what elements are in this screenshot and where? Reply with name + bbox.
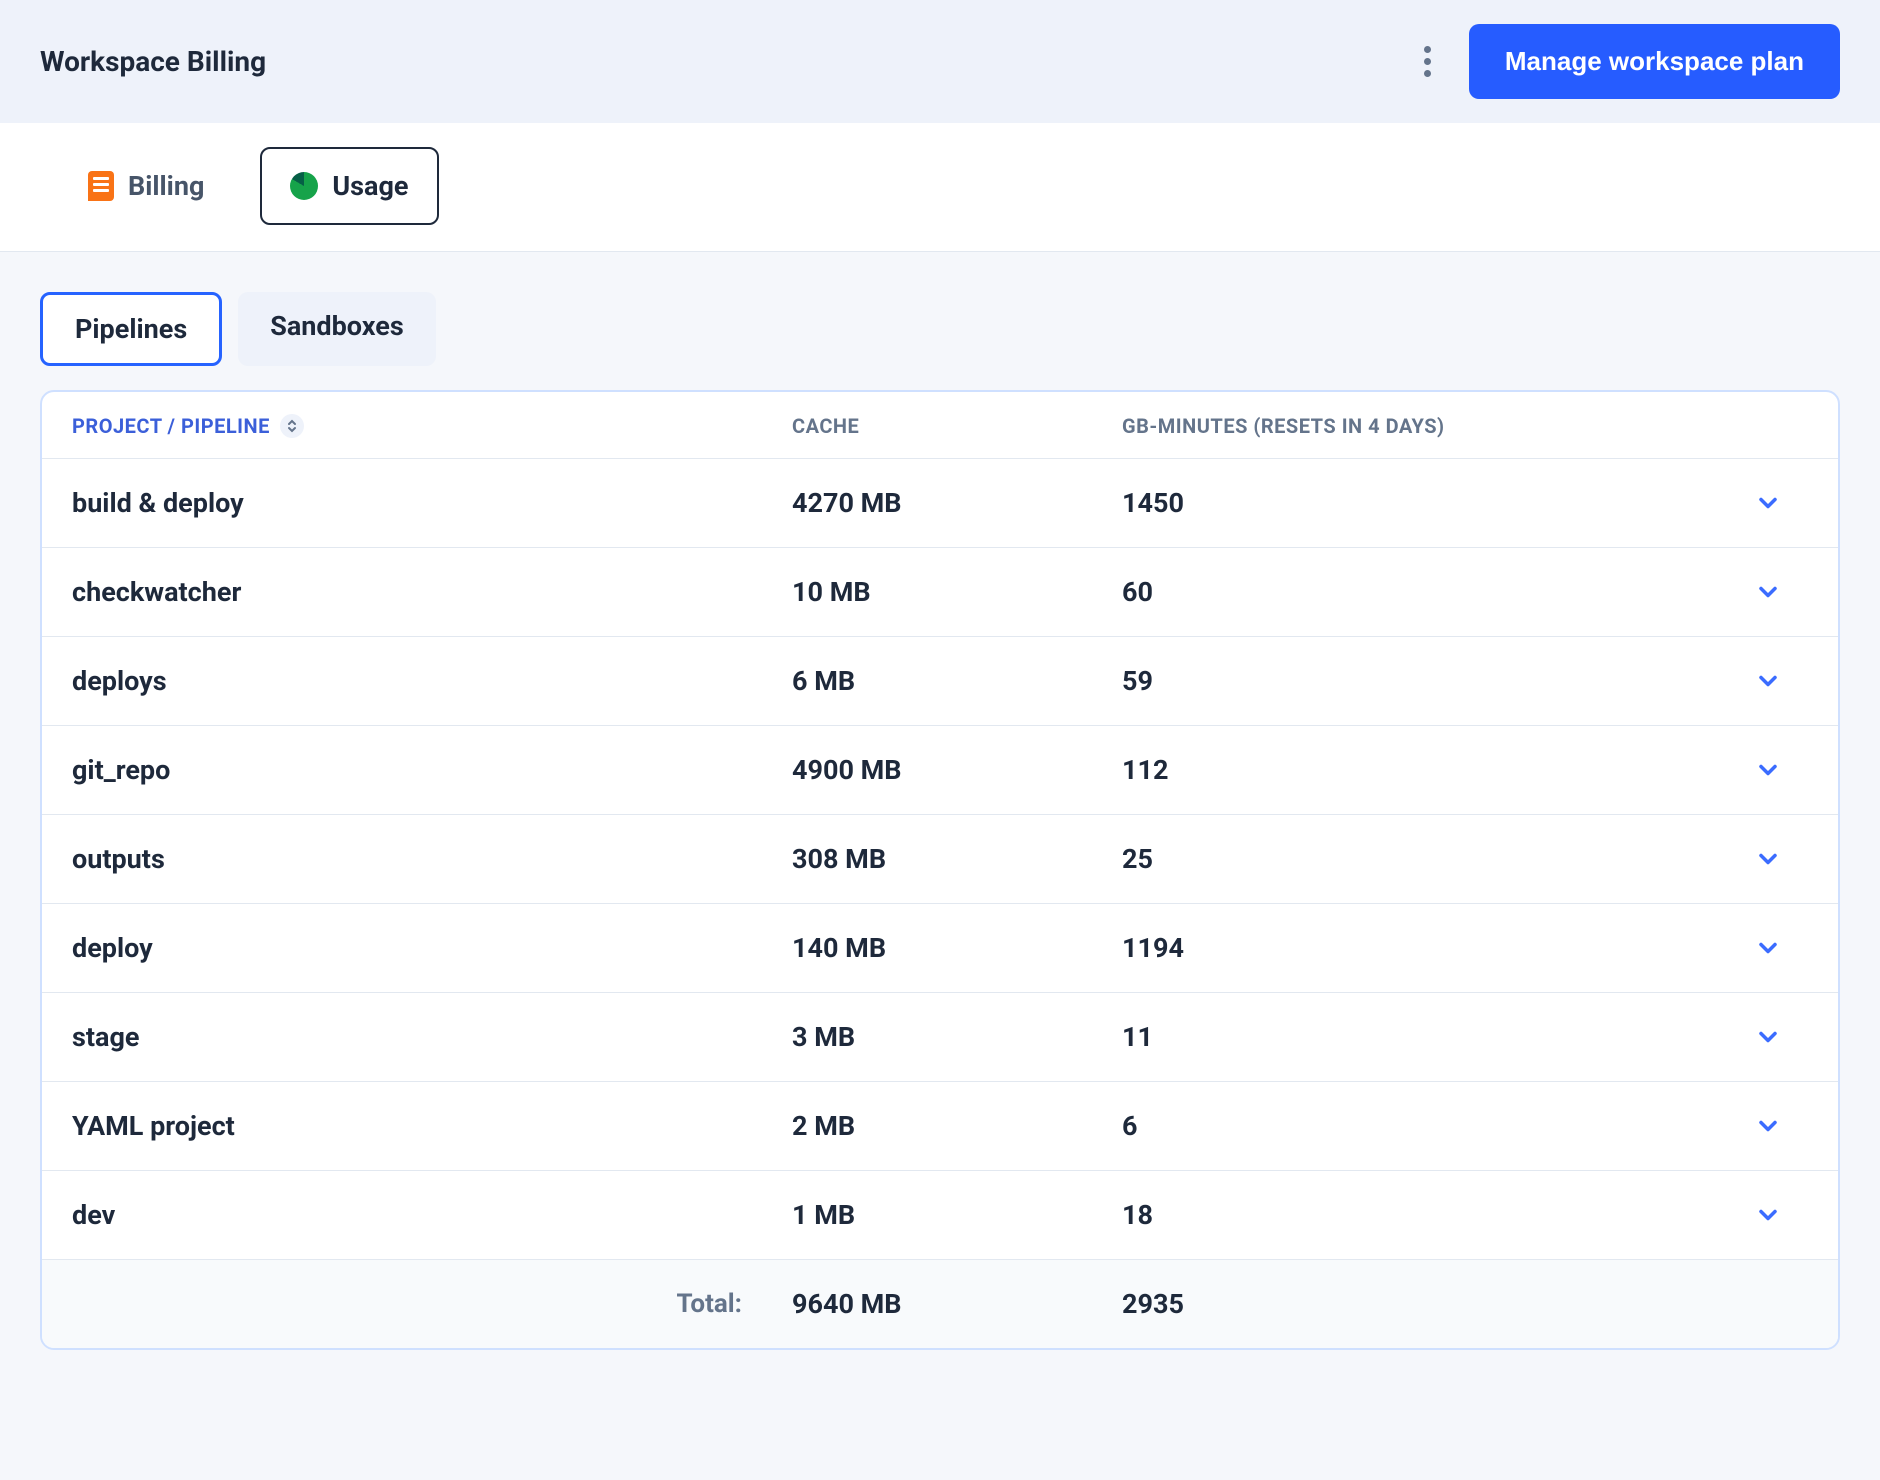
row-cache: 4900 MB xyxy=(792,754,1122,786)
table-row[interactable]: YAML project2 MB6 xyxy=(42,1082,1838,1171)
total-cache: 9640 MB xyxy=(792,1288,1122,1320)
row-gbminutes: 59 xyxy=(1122,665,1728,697)
header-actions: Manage workspace plan xyxy=(1414,24,1840,99)
row-gbminutes: 6 xyxy=(1122,1110,1728,1142)
chevron-down-icon[interactable] xyxy=(1728,1023,1808,1051)
table-row[interactable]: dev1 MB18 xyxy=(42,1171,1838,1260)
row-name: outputs xyxy=(72,843,792,875)
row-name: dev xyxy=(72,1199,792,1231)
tab-billing-label: Billing xyxy=(128,170,204,202)
usage-table: Project / Pipeline Cache GB-minutes (res… xyxy=(40,390,1840,1350)
page-title: Workspace Billing xyxy=(40,45,266,78)
table-row[interactable]: build & deploy4270 MB1450 xyxy=(42,459,1838,548)
row-name: YAML project xyxy=(72,1110,792,1142)
row-gbminutes: 60 xyxy=(1122,576,1728,608)
chevron-down-icon[interactable] xyxy=(1728,1201,1808,1229)
chevron-down-icon[interactable] xyxy=(1728,756,1808,784)
sort-icon[interactable] xyxy=(280,414,304,438)
chevron-down-icon[interactable] xyxy=(1728,845,1808,873)
row-name: deploys xyxy=(72,665,792,697)
row-gbminutes: 112 xyxy=(1122,754,1728,786)
row-cache: 308 MB xyxy=(792,843,1122,875)
row-cache: 10 MB xyxy=(792,576,1122,608)
content-area: Pipelines Sandboxes Project / Pipeline C… xyxy=(0,252,1880,1410)
tab-usage[interactable]: Usage xyxy=(260,147,438,225)
row-gbminutes: 18 xyxy=(1122,1199,1728,1231)
row-name: git_repo xyxy=(72,754,792,786)
row-name: checkwatcher xyxy=(72,576,792,608)
row-gbminutes: 1450 xyxy=(1122,487,1728,519)
row-gbminutes: 25 xyxy=(1122,843,1728,875)
row-cache: 1 MB xyxy=(792,1199,1122,1231)
total-gbminutes: 2935 xyxy=(1122,1288,1728,1320)
chevron-down-icon[interactable] xyxy=(1728,489,1808,517)
column-cache: Cache xyxy=(792,414,1122,438)
table-row[interactable]: outputs308 MB25 xyxy=(42,815,1838,904)
row-gbminutes: 11 xyxy=(1122,1021,1728,1053)
subtab-sandboxes[interactable]: Sandboxes xyxy=(238,292,435,366)
column-gbminutes: GB-minutes (resets in 4 days) xyxy=(1122,414,1728,438)
row-cache: 3 MB xyxy=(792,1021,1122,1053)
chevron-down-icon[interactable] xyxy=(1728,934,1808,962)
row-cache: 4270 MB xyxy=(792,487,1122,519)
row-gbminutes: 1194 xyxy=(1122,932,1728,964)
usage-icon xyxy=(290,172,318,200)
column-project[interactable]: Project / Pipeline xyxy=(72,414,792,438)
tab-usage-label: Usage xyxy=(332,170,408,202)
table-row[interactable]: deploy140 MB1194 xyxy=(42,904,1838,993)
chevron-down-icon[interactable] xyxy=(1728,667,1808,695)
subtab-pipelines[interactable]: Pipelines xyxy=(40,292,222,366)
column-project-label: Project / Pipeline xyxy=(72,414,270,438)
chevron-down-icon[interactable] xyxy=(1728,1112,1808,1140)
total-label: Total: xyxy=(72,1289,792,1319)
row-cache: 140 MB xyxy=(792,932,1122,964)
billing-icon xyxy=(88,171,114,201)
table-footer: Total: 9640 MB 2935 xyxy=(42,1260,1838,1348)
table-header: Project / Pipeline Cache GB-minutes (res… xyxy=(42,392,1838,459)
table-row[interactable]: git_repo4900 MB112 xyxy=(42,726,1838,815)
tab-billing[interactable]: Billing xyxy=(60,147,232,225)
page-header: Workspace Billing Manage workspace plan xyxy=(0,0,1880,123)
manage-workspace-plan-button[interactable]: Manage workspace plan xyxy=(1469,24,1840,99)
row-name: stage xyxy=(72,1021,792,1053)
section-tabs: Billing Usage xyxy=(0,123,1880,252)
table-row[interactable]: deploys6 MB59 xyxy=(42,637,1838,726)
table-row[interactable]: checkwatcher10 MB60 xyxy=(42,548,1838,637)
table-row[interactable]: stage3 MB11 xyxy=(42,993,1838,1082)
chevron-down-icon[interactable] xyxy=(1728,578,1808,606)
row-name: deploy xyxy=(72,932,792,964)
row-cache: 2 MB xyxy=(792,1110,1122,1142)
row-name: build & deploy xyxy=(72,487,792,519)
subtabs: Pipelines Sandboxes xyxy=(40,292,1840,366)
row-cache: 6 MB xyxy=(792,665,1122,697)
more-menu-icon[interactable] xyxy=(1414,36,1441,87)
